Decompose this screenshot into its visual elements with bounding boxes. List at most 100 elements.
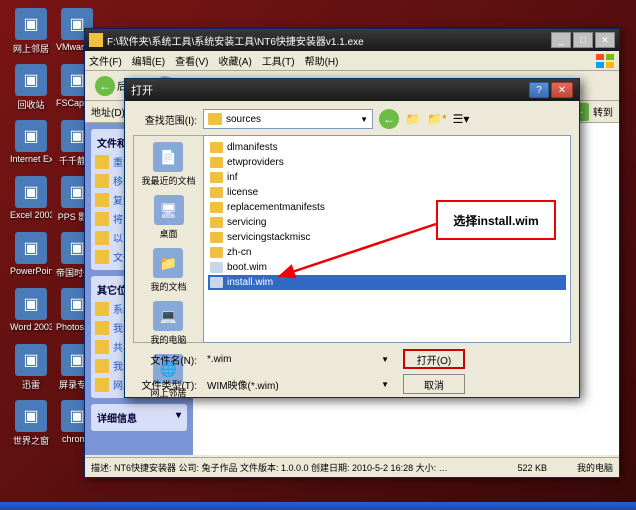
chevron-down-icon[interactable]: ▼ xyxy=(360,115,368,124)
places-bar: 📄我最近的文档🖥桌面📁我的文档💻我的电脑🌐网上邻居 xyxy=(133,135,203,343)
annotation-callout: 选择install.wim xyxy=(436,200,556,240)
filetype-label: 文件类型(T): xyxy=(133,377,197,392)
address-label: 地址(D) xyxy=(91,104,125,119)
place-label: 我最近的文档 xyxy=(141,174,195,187)
chevron-down-icon[interactable]: ▼ xyxy=(381,355,389,364)
nav-back-button[interactable]: ← xyxy=(379,109,399,129)
folder-icon xyxy=(208,113,222,125)
explorer-title: F:\软件夹\系统工具\系统安装工具\NT6快捷安装器v1.1.exe xyxy=(107,33,364,48)
place-icon: 📁 xyxy=(153,248,183,278)
app-icon: ▣ xyxy=(15,288,47,320)
annotation-text: 选择install.wim xyxy=(453,212,538,229)
file-item[interactable]: dlmanifests xyxy=(208,140,566,155)
desktop-icon[interactable]: ▣ 网上邻居 xyxy=(10,8,52,55)
file-name: etwproviders xyxy=(227,157,284,168)
desktop-icon[interactable]: ▣迅雷 xyxy=(10,344,52,391)
desktop-icon[interactable]: ▣世界之窗 xyxy=(10,400,52,447)
place-icon: 🖥 xyxy=(154,195,184,225)
places-item[interactable]: 📁 我的文档 xyxy=(150,248,186,293)
desktop-icon-label: 网上邻居 xyxy=(10,42,52,55)
item-icon xyxy=(95,155,109,169)
filename-value: *.wim xyxy=(207,354,231,365)
item-icon xyxy=(95,321,109,335)
desktop-icon-label: 回收站 xyxy=(10,98,52,111)
help-button[interactable]: ? xyxy=(529,82,549,98)
file-item[interactable]: install.wim xyxy=(208,275,566,290)
folder-icon xyxy=(210,232,223,243)
minimize-button[interactable]: _ xyxy=(551,32,571,48)
new-folder-button[interactable]: 📁* xyxy=(427,109,447,129)
menu-item[interactable]: 帮助(H) xyxy=(305,53,339,68)
maximize-button[interactable]: □ xyxy=(573,32,593,48)
folder-icon xyxy=(210,187,223,198)
folder-icon xyxy=(89,33,103,47)
close-button[interactable]: ✕ xyxy=(595,32,615,48)
menu-item[interactable]: 收藏(A) xyxy=(218,53,251,68)
chevron-down-icon[interactable]: ▼ xyxy=(381,380,389,389)
filename-label: 文件名(N): xyxy=(133,352,197,367)
place-label: 我的文档 xyxy=(150,280,186,293)
desktop-icon-label: PowerPoint 2003 xyxy=(10,266,52,276)
place-label: 我的电脑 xyxy=(150,333,186,346)
explorer-titlebar[interactable]: F:\软件夹\系统工具\系统安装工具\NT6快捷安装器v1.1.exe _ □ … xyxy=(85,29,619,51)
nav-up-button[interactable]: 📁 xyxy=(403,109,423,129)
folder-icon xyxy=(210,142,223,153)
menu-item[interactable]: 文件(F) xyxy=(89,53,122,68)
item-icon xyxy=(95,231,109,245)
open-button[interactable]: 打开(O) xyxy=(403,349,465,369)
view-menu-button[interactable]: ☰▾ xyxy=(451,109,471,129)
file-item[interactable]: zh-cn xyxy=(208,245,566,260)
filetype-combo[interactable]: WIM映像(*.wim) ▼ xyxy=(203,375,393,394)
folder-icon xyxy=(210,217,223,228)
file-name: boot.wim xyxy=(227,262,267,273)
taskbar[interactable] xyxy=(0,502,636,510)
filetype-value: WIM映像(*.wim) xyxy=(207,377,279,392)
desktop-icon-label: Excel 2003 xyxy=(10,210,52,220)
file-item[interactable]: etwproviders xyxy=(208,155,566,170)
file-item[interactable]: inf xyxy=(208,170,566,185)
status-size: 522 KB xyxy=(517,463,547,473)
menu-item[interactable]: 编辑(E) xyxy=(132,53,165,68)
item-icon xyxy=(95,250,109,264)
goto-label[interactable]: 转到 xyxy=(593,104,613,119)
desktop-icon[interactable]: ▣Internet Explorer xyxy=(10,120,52,164)
desktop-icon[interactable]: ▣ 回收站 xyxy=(10,64,52,111)
desktop-icon[interactable]: ▣Excel 2003 xyxy=(10,176,52,220)
app-icon: ▣ xyxy=(15,232,47,264)
place-icon: 📄 xyxy=(153,142,183,172)
menu-item[interactable]: 工具(T) xyxy=(262,53,295,68)
file-icon xyxy=(210,262,223,273)
file-item[interactable]: license xyxy=(208,185,566,200)
item-icon xyxy=(95,378,109,392)
explorer-menubar: 文件(F) 编辑(E) 查看(V) 收藏(A) 工具(T) 帮助(H) xyxy=(85,51,619,71)
app-icon: ▣ xyxy=(15,64,47,96)
desktop-icon[interactable]: ▣ Word 2003 xyxy=(10,288,52,332)
app-icon: ▣ xyxy=(15,8,47,40)
filename-combo[interactable]: *.wim ▼ xyxy=(203,352,393,367)
cancel-button[interactable]: 取消 xyxy=(403,374,465,394)
file-name: dlmanifests xyxy=(227,142,278,153)
file-name: servicing xyxy=(227,217,266,228)
dialog-title: 打开 xyxy=(131,82,153,98)
file-name: servicingstackmisc xyxy=(227,232,310,243)
file-name: zh-cn xyxy=(227,247,251,258)
dialog-titlebar[interactable]: 打开 ? ✕ xyxy=(125,79,579,101)
status-location: 我的电脑 xyxy=(577,461,613,474)
item-icon xyxy=(95,212,109,226)
menu-item[interactable]: 查看(V) xyxy=(175,53,208,68)
lookin-combo[interactable]: sources ▼ xyxy=(203,109,373,129)
item-icon xyxy=(95,302,109,316)
file-name: inf xyxy=(227,172,238,183)
file-icon xyxy=(210,277,223,288)
windows-flag-icon xyxy=(595,53,615,69)
places-item[interactable]: 🖥桌面 xyxy=(154,195,184,240)
dialog-close-button[interactable]: ✕ xyxy=(551,82,573,98)
folder-icon xyxy=(210,202,223,213)
sidebar-group-header[interactable]: 详细信息▾ xyxy=(95,408,183,427)
places-item[interactable]: 📄 我最近的文档 xyxy=(141,142,195,187)
file-item[interactable]: boot.wim xyxy=(208,260,566,275)
places-item[interactable]: 💻我的电脑 xyxy=(150,301,186,346)
desktop-icon-label: Word 2003 xyxy=(10,322,52,332)
desktop-icon[interactable]: ▣ PowerPoint 2003 xyxy=(10,232,52,276)
folder-icon xyxy=(210,172,223,183)
